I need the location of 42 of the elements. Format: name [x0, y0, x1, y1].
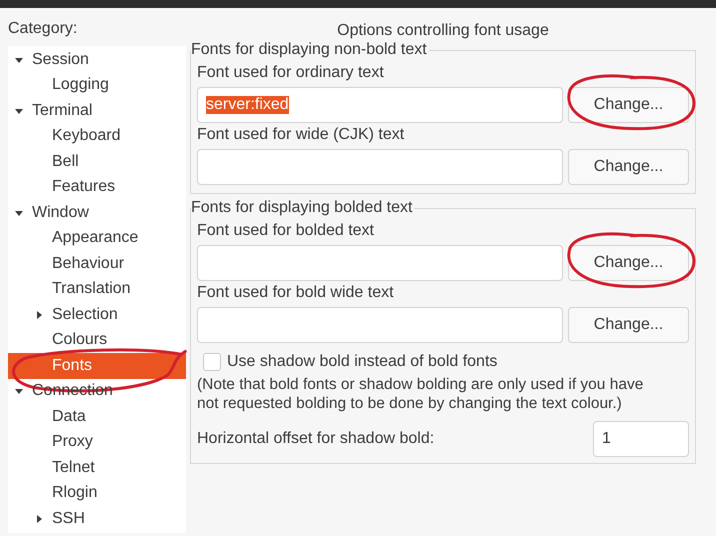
change-button[interactable]: Change...	[568, 245, 689, 281]
offset-field[interactable]: 1	[593, 421, 689, 457]
field-label: Font used for ordinary text	[197, 63, 385, 83]
field-label: Font used for bolded text	[197, 221, 375, 241]
font-field[interactable]	[197, 149, 563, 185]
font-field[interactable]: server:fixed	[197, 87, 563, 123]
tree-item[interactable]: Window	[8, 200, 186, 226]
change-button[interactable]: Change...	[568, 149, 689, 185]
category-label: Category:	[8, 19, 78, 39]
tree-item[interactable]: Rlogin	[8, 480, 186, 506]
tree-item[interactable]: Features	[8, 174, 186, 200]
font-field[interactable]	[197, 245, 563, 281]
collapsed-arrow-icon[interactable]	[34, 514, 44, 524]
tree-item[interactable]: Logging	[8, 72, 186, 98]
note-text: (Note that bold fonts or shadow bolding are only used if you have not requested bolding to be done by changing the text colour.)	[197, 375, 644, 413]
tree-item[interactable]: Session	[8, 47, 186, 72]
tree-item[interactable]: Behaviour	[8, 251, 186, 276]
field-label: Font used for bold wide text	[197, 283, 395, 303]
tree-item[interactable]: Appearance	[8, 226, 186, 251]
expanded-arrow-icon[interactable]	[14, 386, 24, 396]
tree-item[interactable]: Telnet	[8, 455, 186, 480]
tree-item[interactable]: Translation	[8, 276, 186, 302]
collapsed-arrow-icon[interactable]	[34, 310, 44, 320]
checkbox-label: Use shadow bold instead of bold fonts	[227, 353, 498, 371]
tree-item[interactable]: Data	[8, 404, 186, 430]
tree-item[interactable]: SSH	[8, 506, 186, 532]
group-legend: Fonts for displaying non-bold text	[191, 41, 429, 59]
tree-item[interactable]: Bell	[8, 149, 186, 174]
tree-item[interactable]: Terminal	[8, 98, 186, 124]
tree-item[interactable]: Proxy	[8, 430, 186, 455]
checkbox[interactable]	[203, 353, 221, 371]
group-legend: Fonts for displaying bolded text	[191, 199, 414, 217]
change-button[interactable]: Change...	[568, 307, 689, 343]
font-field[interactable]	[197, 307, 563, 343]
tree-item[interactable]: Fonts	[8, 353, 186, 378]
field-label: Horizontal offset for shadow bold:	[197, 430, 434, 448]
tree-item[interactable]: Selection	[8, 302, 186, 328]
change-button[interactable]: Change...	[568, 87, 689, 123]
tree-item[interactable]: Keyboard	[8, 124, 186, 149]
panel-title: Options controlling font usage	[336, 21, 550, 41]
field-label: Font used for wide (CJK) text	[197, 125, 406, 145]
tree-item[interactable]: Colours	[8, 328, 186, 353]
